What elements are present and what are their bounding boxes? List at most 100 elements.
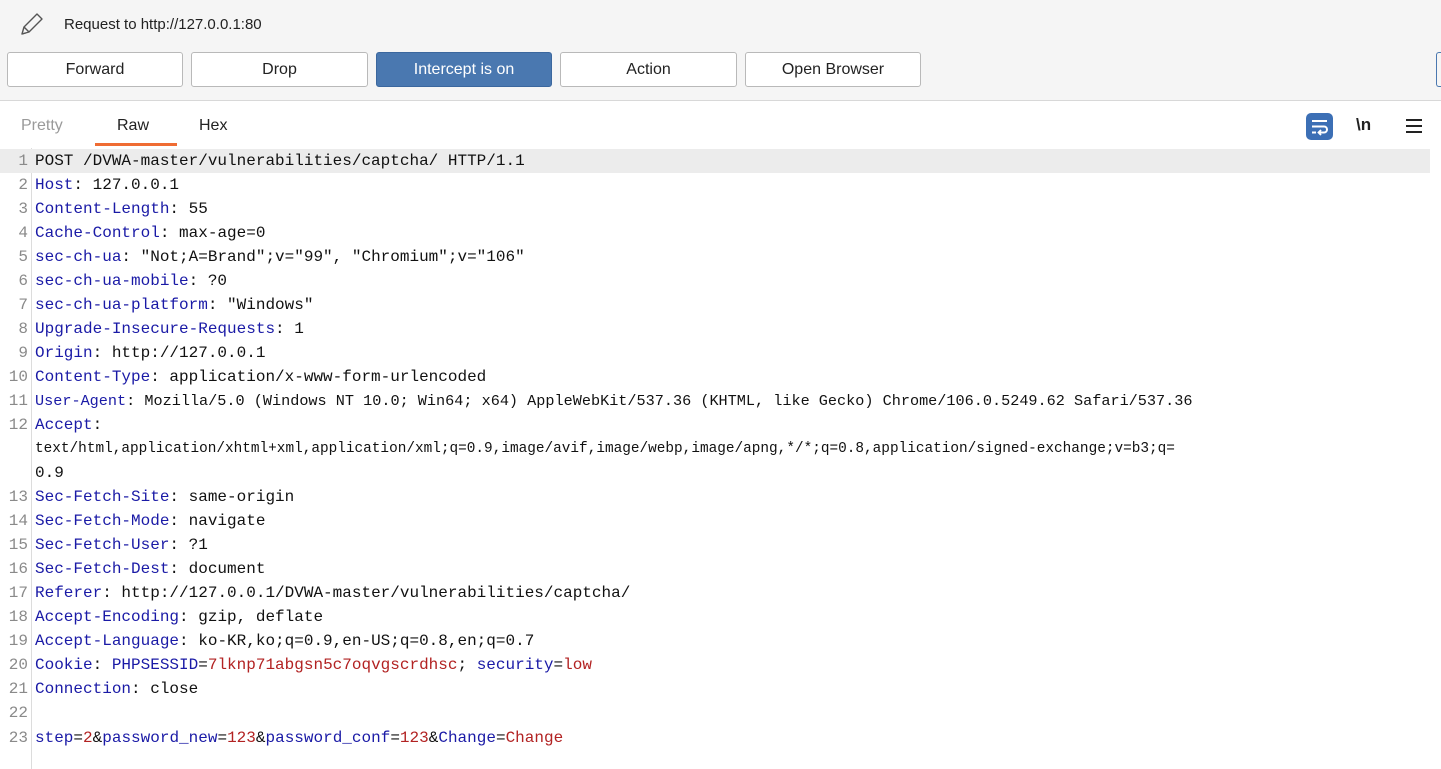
line-number: 19	[8, 632, 28, 650]
active-tab-indicator	[95, 143, 177, 146]
tab-hex[interactable]: Hex	[199, 117, 227, 135]
header-value: same-origin	[188, 488, 295, 506]
header-name: sec-ch-ua	[35, 248, 122, 266]
line-number: 20	[8, 656, 28, 674]
header-line[interactable]: 17 Referer: http://127.0.0.1/DVWA-master…	[0, 581, 1430, 605]
header-line[interactable]: 6 sec-ch-ua-mobile: ?0	[0, 269, 1430, 293]
body-line[interactable]: 23 step=2&password_new=123&password_conf…	[0, 726, 1430, 750]
offscreen-button-edge[interactable]	[1436, 52, 1441, 87]
header-line[interactable]: 13 Sec-Fetch-Site: same-origin	[0, 485, 1430, 509]
header-value: 1	[294, 320, 304, 338]
drop-button[interactable]: Drop	[191, 52, 368, 87]
header-line[interactable]: 21 Connection: close	[0, 677, 1430, 701]
header-separator: :	[169, 488, 189, 506]
param-name: Change	[438, 729, 496, 747]
blank-line[interactable]: 22	[0, 701, 1430, 725]
header-line[interactable]: 12 Accept:	[0, 413, 1430, 437]
wrap-lines-icon[interactable]	[1306, 113, 1333, 140]
header-name: Sec-Fetch-User	[35, 536, 170, 554]
param-value: 2	[83, 729, 93, 747]
line-number: 23	[8, 729, 28, 747]
header-line[interactable]: 10 Content-Type: application/x-www-form-…	[0, 365, 1430, 389]
header-separator: :	[179, 608, 199, 626]
header-line-wrapped[interactable]: 0.9	[0, 461, 1430, 485]
header-line[interactable]: 4 Cache-Control: max-age=0	[0, 221, 1430, 245]
header-value: ?0	[207, 272, 228, 290]
header-line[interactable]: 19 Accept-Language: ko-KR,ko;q=0.9,en-US…	[0, 629, 1430, 653]
intercept-header: Request to http://127.0.0.1:80 Forward D…	[0, 0, 1441, 101]
header-separator: :	[207, 296, 228, 314]
header-value: 127.0.0.1	[92, 176, 180, 194]
header-name: Accept-Encoding	[35, 608, 180, 626]
line-number: 18	[8, 608, 28, 626]
line-number: 17	[8, 584, 28, 602]
header-name: Accept	[35, 416, 93, 434]
header-line[interactable]: 2 Host: 127.0.0.1	[0, 173, 1430, 197]
line-number: 21	[8, 680, 28, 698]
header-value: 0.9	[35, 464, 64, 482]
newline-toggle-button[interactable]: \n	[1356, 115, 1371, 135]
header-line[interactable]: 5 sec-ch-ua: "Not;A=Brand";v="99", "Chro…	[0, 245, 1430, 269]
header-value: max-age=0	[179, 224, 266, 242]
header-line[interactable]: 15 Sec-Fetch-User: ?1	[0, 533, 1430, 557]
header-separator: :	[73, 176, 93, 194]
header-line[interactable]: 3 Content-Length: 55	[0, 197, 1430, 221]
request-line[interactable]: 1 POST /DVWA-master/vulnerabilities/capt…	[0, 149, 1430, 173]
param-name: step	[35, 729, 74, 747]
line-number: 8	[18, 320, 28, 338]
header-separator: :	[275, 320, 295, 338]
header-value: text/html,application/xhtml+xml,applicat…	[35, 441, 1175, 457]
line-number: 2	[18, 176, 28, 194]
line-number: 12	[8, 416, 28, 434]
header-line[interactable]: 7 sec-ch-ua-platform: "Windows"	[0, 293, 1430, 317]
header-name: Host	[35, 176, 74, 194]
header-separator: :	[92, 656, 112, 674]
line-number: 5	[18, 248, 28, 266]
param-name: password_new	[102, 729, 218, 747]
pencil-edit-icon[interactable]	[18, 10, 46, 38]
intercept-toggle-button[interactable]: Intercept is on	[376, 52, 552, 87]
tab-pretty[interactable]: Pretty	[21, 117, 63, 135]
header-name: Referer	[35, 584, 103, 602]
header-line[interactable]: 8 Upgrade-Insecure-Requests: 1	[0, 317, 1430, 341]
header-value: ko-KR,ko;q=0.9,en-US;q=0.8,en;q=0.7	[198, 632, 535, 650]
request-line-text: POST /DVWA-master/vulnerabilities/captch…	[35, 152, 525, 170]
header-value: document	[188, 560, 266, 578]
line-number: 13	[8, 488, 28, 506]
header-name: sec-ch-ua-mobile	[35, 272, 189, 290]
header-separator: :	[92, 344, 112, 362]
header-separator: :	[169, 512, 189, 530]
header-value: "Windows"	[227, 296, 314, 314]
param-value: 123	[399, 729, 429, 747]
menu-icon[interactable]	[1405, 117, 1423, 135]
header-value: close	[150, 680, 199, 698]
header-line[interactable]: 9 Origin: http://127.0.0.1	[0, 341, 1430, 365]
header-name: Connection	[35, 680, 132, 698]
action-button[interactable]: Action	[560, 52, 737, 87]
header-line[interactable]: 16 Sec-Fetch-Dest: document	[0, 557, 1430, 581]
header-separator: :	[102, 584, 122, 602]
param-value: 123	[227, 729, 256, 747]
header-separator: :	[92, 416, 103, 434]
header-name: Sec-Fetch-Dest	[35, 560, 170, 578]
cookie-value: low	[563, 656, 592, 674]
header-line-wrapped[interactable]: text/html,application/xhtml+xml,applicat…	[0, 437, 1430, 461]
message-view-tabs: Pretty Raw Hex \n	[0, 101, 1441, 147]
cookie-line[interactable]: 20 Cookie: PHPSESSID=7lknp71abgsn5c7oqvg…	[0, 653, 1430, 677]
header-line[interactable]: 14 Sec-Fetch-Mode: navigate	[0, 509, 1430, 533]
header-name: Sec-Fetch-Mode	[35, 512, 170, 530]
cookie-separator: ;	[457, 656, 477, 674]
request-title: Request to http://127.0.0.1:80	[64, 15, 262, 33]
forward-button[interactable]: Forward	[7, 52, 183, 87]
tab-raw[interactable]: Raw	[117, 117, 149, 135]
raw-request-editor[interactable]: 1 POST /DVWA-master/vulnerabilities/capt…	[0, 148, 1441, 769]
open-browser-button[interactable]: Open Browser	[745, 52, 921, 87]
header-line[interactable]: 11 User-Agent: Mozilla/5.0 (Windows NT 1…	[0, 389, 1430, 413]
header-name: Content-Length	[35, 200, 170, 218]
header-line[interactable]: 18 Accept-Encoding: gzip, deflate	[0, 605, 1430, 629]
param-value: Change	[505, 729, 564, 747]
header-name: User-Agent	[35, 392, 127, 410]
header-separator: :	[169, 200, 189, 218]
header-value: gzip, deflate	[198, 608, 324, 626]
header-name: Accept-Language	[35, 632, 180, 650]
